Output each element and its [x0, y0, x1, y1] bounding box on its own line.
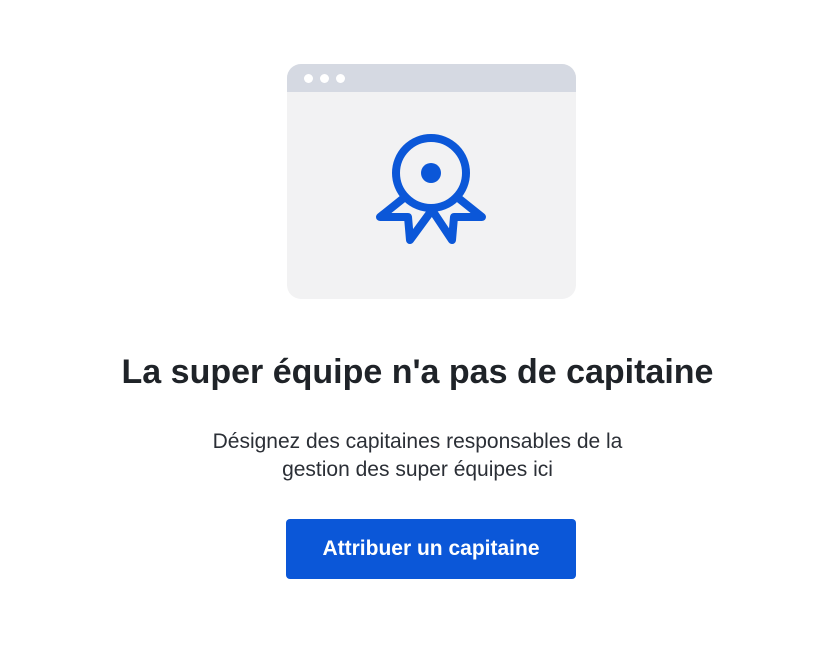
empty-state-description: Désignez des capitaines responsables de … — [0, 428, 835, 484]
award-ribbon-icon — [376, 134, 486, 244]
description-line-1: Désignez des capitaines responsables de … — [212, 430, 623, 453]
window-dot — [304, 74, 313, 83]
empty-state-title: La super équipe n'a pas de capitaine — [121, 353, 714, 391]
assign-captain-button[interactable]: Attribuer un capitaine — [286, 519, 576, 579]
window-dot — [336, 74, 345, 83]
description-line-2: gestion des super équipes ici — [282, 458, 553, 481]
window-dot — [320, 74, 329, 83]
empty-state: La super équipe n'a pas de capitaine Dés… — [0, 0, 835, 649]
browser-window-bar — [287, 64, 576, 92]
illustration-browser-window — [287, 64, 576, 299]
